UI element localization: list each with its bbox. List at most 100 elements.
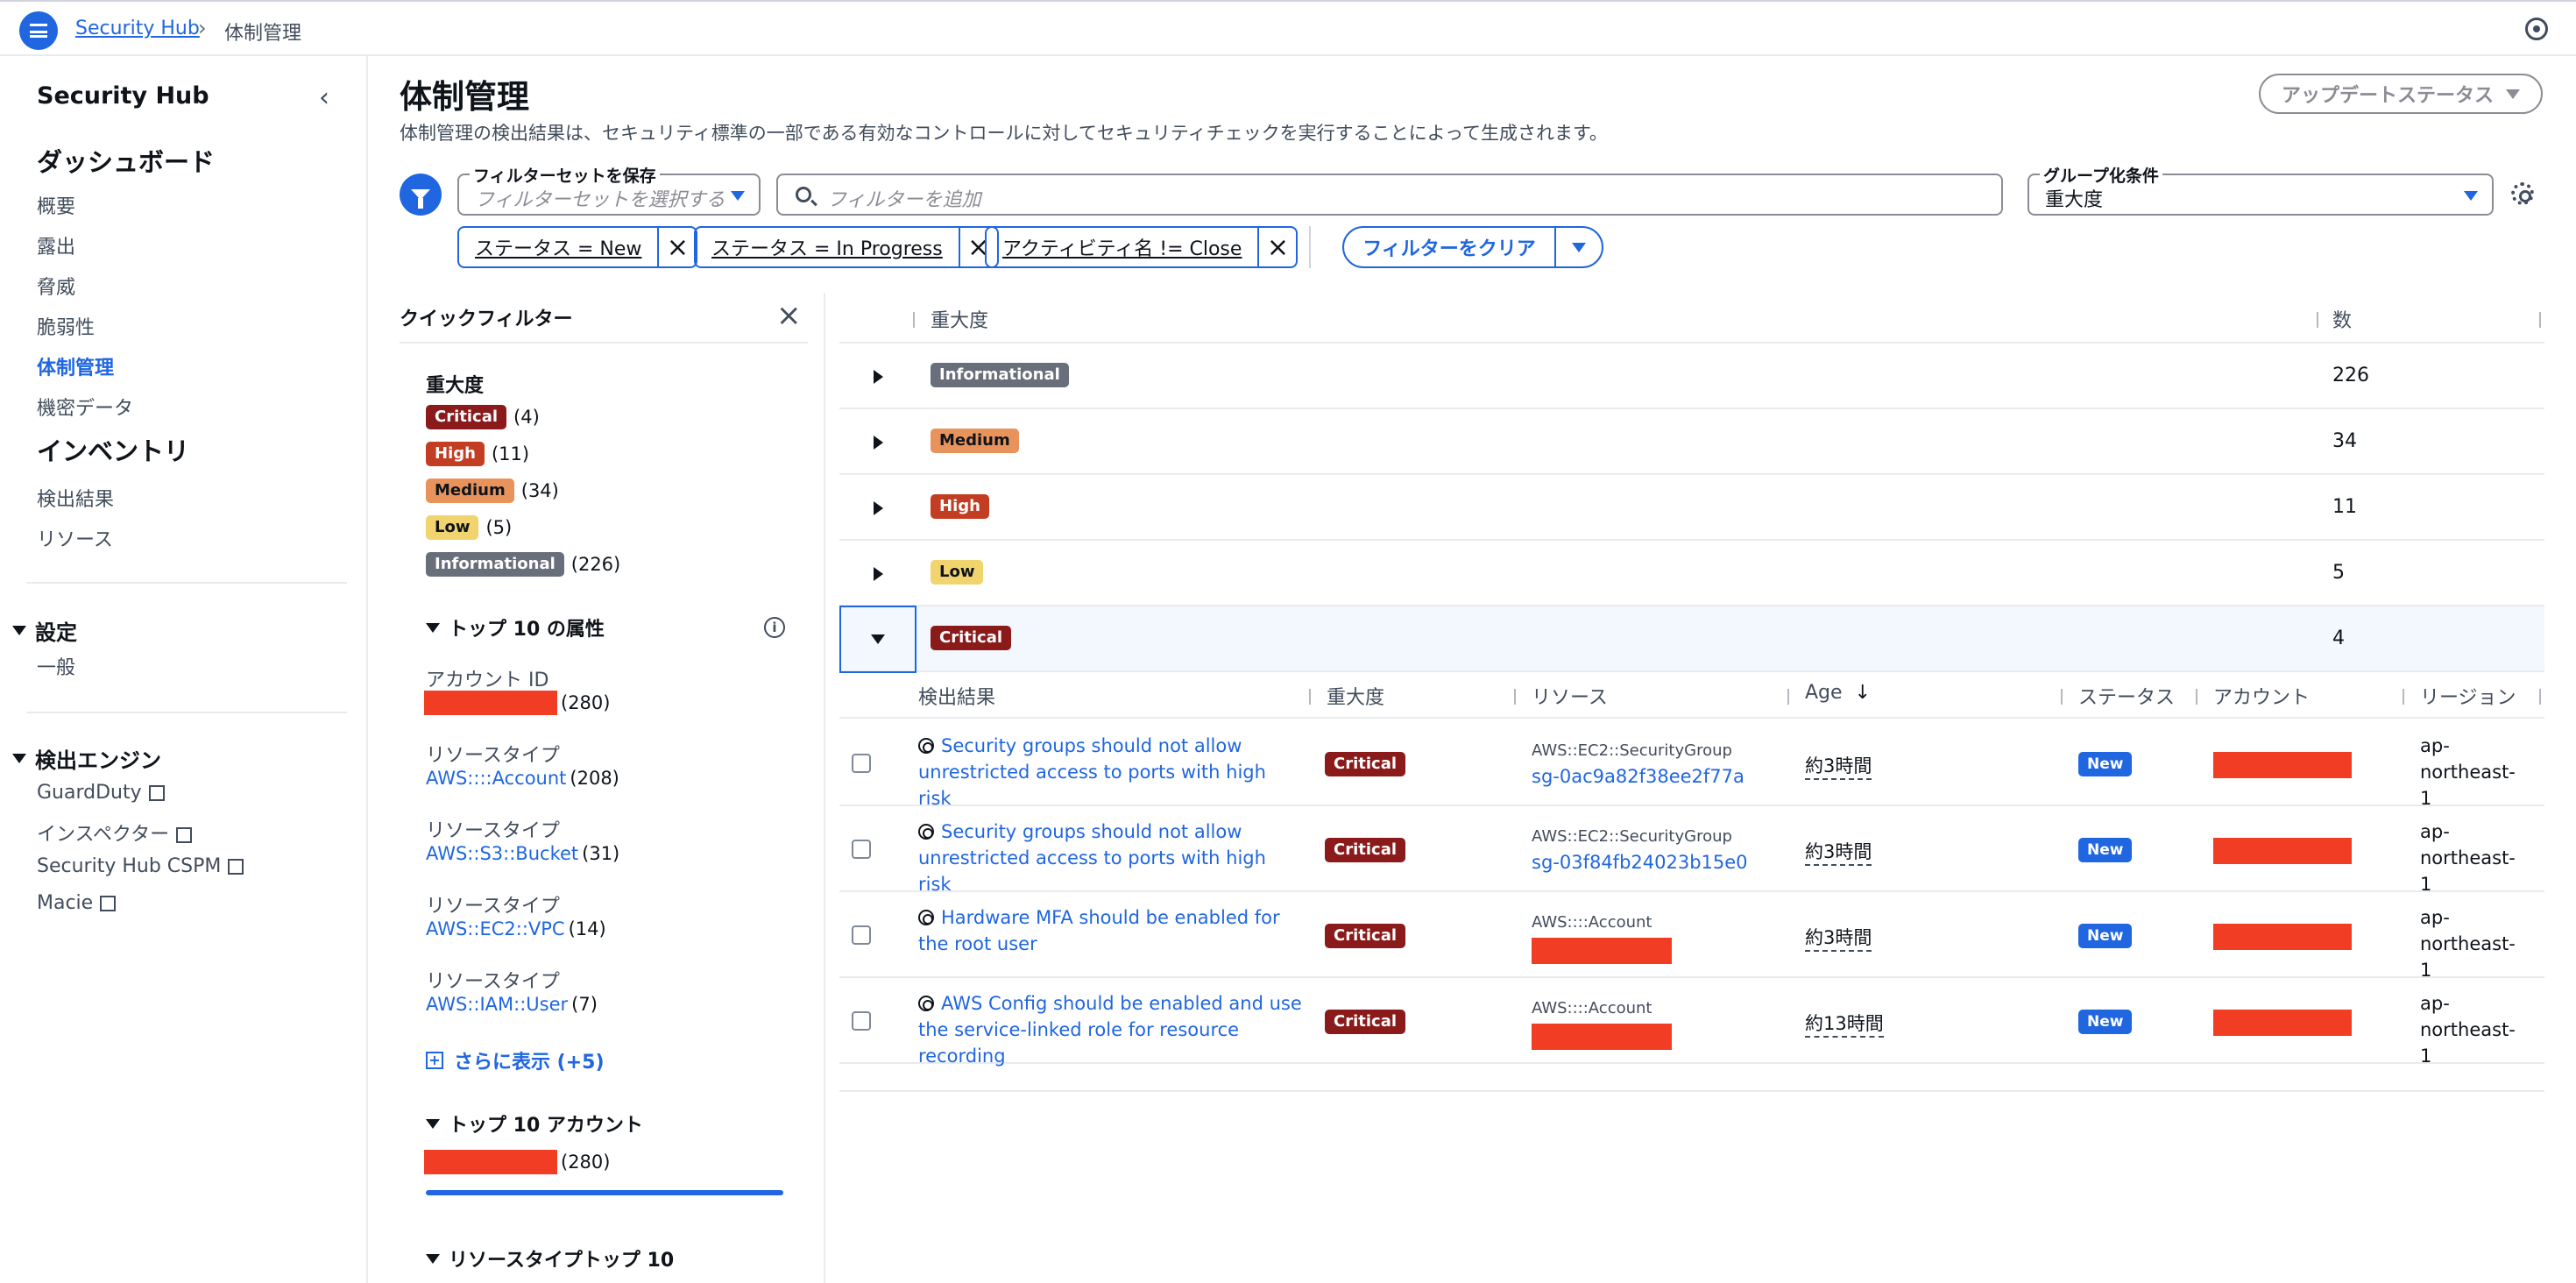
expand-row-toggle[interactable] xyxy=(839,409,916,475)
sidebar-item-posture-management[interactable]: 体制管理 xyxy=(37,352,114,380)
close-icon[interactable]: × xyxy=(776,298,802,333)
clear-filters-label: フィルターをクリア xyxy=(1362,238,1536,260)
sidebar-item-security-hub-cspm[interactable]: Security Hub CSPM xyxy=(37,855,244,877)
filter-token-status-in-progress[interactable]: ステータス = In Progress × xyxy=(694,226,999,268)
col-resource[interactable]: リソース xyxy=(1532,682,1608,710)
attribute-resource-type[interactable]: AWS::IAM::User (7) xyxy=(426,994,598,1015)
col-region[interactable]: リージョン xyxy=(2420,682,2516,710)
group-col-severity[interactable]: 重大度 xyxy=(931,305,988,333)
sidebar-item-guardduty[interactable]: GuardDuty xyxy=(37,782,165,804)
attribute-resource-type[interactable]: AWS::EC2::VPC (14) xyxy=(426,918,606,939)
quick-filter-low[interactable]: Low (5) xyxy=(426,515,512,540)
group-by-select[interactable]: グループ化条件 重大度 xyxy=(2028,163,2494,216)
clear-filters-button[interactable]: フィルターをクリア xyxy=(1342,226,1603,268)
quick-filter-high[interactable]: High (11) xyxy=(426,442,529,466)
quick-filter-informational[interactable]: Informational (226) xyxy=(426,552,620,577)
resource-type: AWS::EC2::SecurityGroup xyxy=(1532,741,1732,760)
group-row-critical[interactable]: Critical 4 xyxy=(839,606,2544,673)
sidebar-item-exposure[interactable]: 露出 xyxy=(37,231,75,259)
finding-title-link[interactable]: AWS Config should be enabled and use the… xyxy=(918,990,1304,1069)
collapse-row-toggle[interactable] xyxy=(839,606,916,673)
sidebar-item-macie[interactable]: Macie xyxy=(37,892,117,914)
group-col-count[interactable]: 数 xyxy=(2332,305,2352,333)
expand-row-toggle[interactable] xyxy=(839,541,916,606)
finding-title-link[interactable]: Security groups should not allow unrestr… xyxy=(918,733,1304,812)
quick-filter-medium[interactable]: Medium (34) xyxy=(426,478,559,503)
breadcrumb-security-hub[interactable]: Security Hub xyxy=(75,18,200,39)
top-accounts-section[interactable]: トップ 10 アカウント xyxy=(426,1109,643,1138)
row-checkbox[interactable] xyxy=(852,1011,871,1031)
col-age[interactable]: Age ↓ xyxy=(1805,682,1871,704)
settings-circle-icon[interactable] xyxy=(2525,18,2548,40)
sidebar-engines-section[interactable]: 検出エンジン xyxy=(12,743,161,774)
col-status[interactable]: ステータス xyxy=(2078,682,2175,710)
col-finding[interactable]: 検出結果 xyxy=(918,682,995,710)
attribute-value-link[interactable]: AWS::EC2::VPC xyxy=(426,918,565,939)
show-more-label: さらに表示 (+5) xyxy=(454,1052,605,1074)
row-checkbox[interactable] xyxy=(852,754,871,773)
quick-filter-critical[interactable]: Critical (4) xyxy=(426,405,540,429)
sidebar-item-resources[interactable]: リソース xyxy=(37,524,113,552)
table-row[interactable]: Hardware MFA should be enabled for the r… xyxy=(839,892,2544,981)
table-row[interactable]: Security groups should not allow unrestr… xyxy=(839,720,2544,809)
attribute-count: (280) xyxy=(561,1152,611,1173)
update-status-button[interactable]: アップデートステータス xyxy=(2259,74,2543,114)
attribute-account-id[interactable]: (280) xyxy=(424,691,610,715)
gear-icon[interactable] xyxy=(2511,182,2534,205)
attribute-value-link[interactable]: AWS::::Account xyxy=(426,768,566,789)
sidebar-inventory-heading: インベントリ xyxy=(37,436,190,466)
sidebar-settings-section[interactable]: 設定 xyxy=(12,615,77,646)
show-more-link[interactable]: + さらに表示 (+5) xyxy=(426,1046,605,1074)
sidebar-item-vulnerabilities[interactable]: 脆弱性 xyxy=(37,312,95,340)
sidebar-settings-heading: 設定 xyxy=(35,620,77,645)
expand-row-toggle[interactable] xyxy=(839,475,916,541)
info-icon[interactable]: i xyxy=(764,617,785,638)
column-separator xyxy=(1787,689,1789,705)
caret-right-icon xyxy=(873,435,883,450)
quick-filter-title: クイックフィルター xyxy=(400,308,573,330)
table-row[interactable]: Security groups should not allow unrestr… xyxy=(839,806,2544,895)
menu-button[interactable] xyxy=(19,11,58,50)
sidebar-item-general[interactable]: 一般 xyxy=(37,652,75,680)
filter-toggle-button[interactable] xyxy=(400,174,442,216)
attribute-value-link[interactable]: AWS::IAM::User xyxy=(426,994,568,1015)
top-attributes-section[interactable]: トップ 10 の属性 xyxy=(426,613,605,642)
attribute-resource-type[interactable]: AWS::S3::Bucket (31) xyxy=(426,843,619,864)
filterset-select[interactable]: フィルターセットを保存 フィルターセットを選択する xyxy=(457,163,761,216)
caret-down-icon xyxy=(2464,191,2478,201)
collapse-sidebar-icon[interactable]: ‹ xyxy=(319,82,329,113)
attribute-value-link[interactable]: AWS::S3::Bucket xyxy=(426,843,578,864)
col-severity[interactable]: 重大度 xyxy=(1327,682,1384,710)
filter-token-activity-name[interactable]: アクティビティ名 != Close × xyxy=(985,226,1299,268)
filter-token-status-new[interactable]: ステータス = New × xyxy=(457,226,698,268)
clear-filters-dropdown[interactable] xyxy=(1554,228,1602,266)
resource-id-link[interactable]: sg-03f84fb24023b15e0 xyxy=(1532,852,1748,873)
close-icon[interactable]: × xyxy=(1257,228,1296,266)
sidebar-item-inspector[interactable]: インスペクター xyxy=(37,819,193,847)
sidebar-item-threats[interactable]: 脅威 xyxy=(37,272,75,300)
caret-down-icon xyxy=(2506,89,2520,99)
sidebar-item-overview[interactable]: 概要 xyxy=(37,191,75,219)
filter-search-input[interactable]: フィルターを追加 xyxy=(776,174,2003,216)
group-row-medium[interactable]: Medium 34 xyxy=(839,409,2544,475)
sidebar-item-sensitive-data[interactable]: 機密データ xyxy=(37,393,133,421)
finding-title-link[interactable]: Hardware MFA should be enabled for the r… xyxy=(918,904,1304,957)
severity-badge: Medium xyxy=(931,429,1019,453)
group-row-informational[interactable]: Informational 226 xyxy=(839,344,2544,409)
close-icon[interactable]: × xyxy=(657,228,696,266)
finding-age: 約3時間 xyxy=(1805,924,1872,952)
group-row-high[interactable]: High 11 xyxy=(839,475,2544,541)
table-row[interactable]: AWS Config should be enabled and use the… xyxy=(839,978,2544,1067)
row-checkbox[interactable] xyxy=(852,925,871,945)
group-row-low[interactable]: Low 5 xyxy=(839,541,2544,606)
expand-row-toggle[interactable] xyxy=(839,344,916,409)
filter-divider xyxy=(1309,226,1311,268)
attribute-resource-type[interactable]: AWS::::Account (208) xyxy=(426,768,619,789)
resource-id-link[interactable]: sg-0ac9a82f38ee2f77a xyxy=(1532,766,1744,787)
finding-title-link[interactable]: Security groups should not allow unrestr… xyxy=(918,819,1304,897)
sidebar-item-findings[interactable]: 検出結果 xyxy=(37,484,114,512)
resource-type-top-section[interactable]: リソースタイプトップ 10 xyxy=(426,1244,674,1272)
top-account-entry[interactable]: (280) xyxy=(424,1150,610,1174)
row-checkbox[interactable] xyxy=(852,840,871,859)
col-account[interactable]: アカウント xyxy=(2213,682,2310,710)
